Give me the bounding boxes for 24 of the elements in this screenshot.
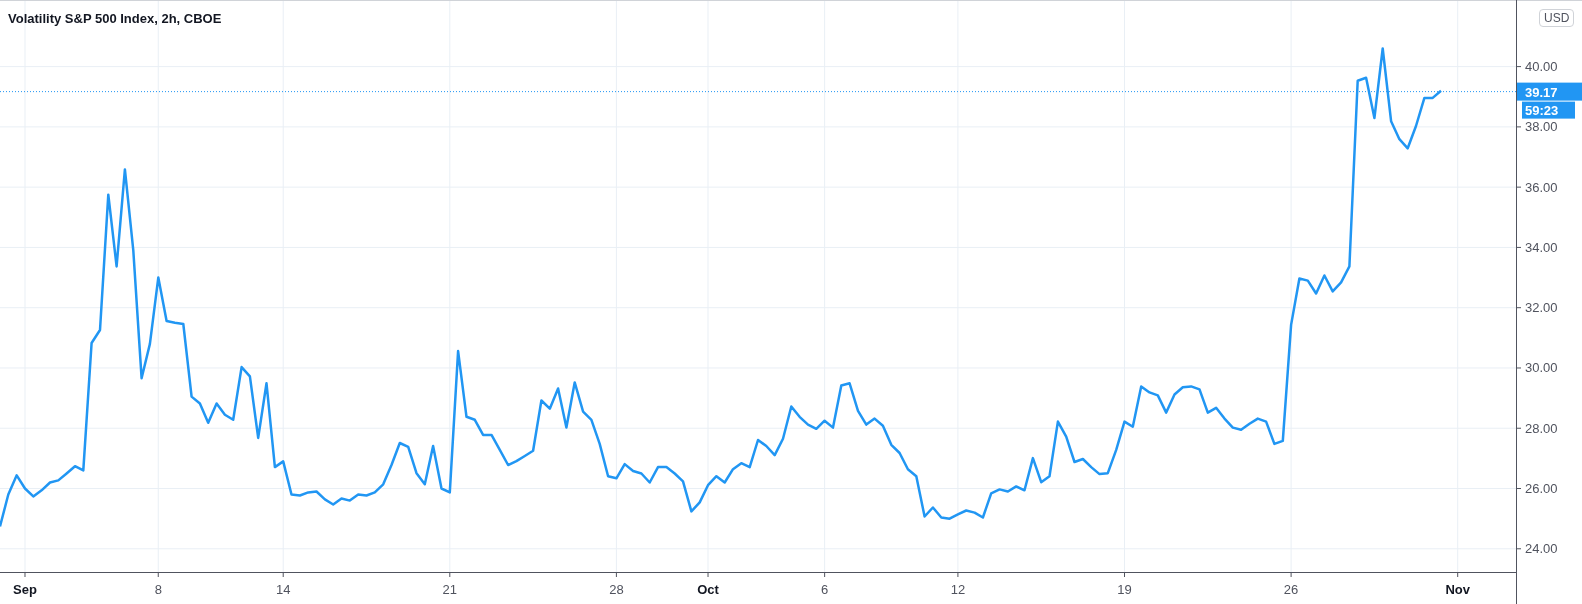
- date-label: 26: [1283, 582, 1299, 597]
- currency-button[interactable]: USD: [1539, 9, 1575, 27]
- date-label: 8: [154, 582, 162, 597]
- price-label: 28.00: [1525, 420, 1558, 436]
- date-label: 14: [275, 582, 291, 597]
- last-price-tag: 39.17: [1517, 82, 1582, 101]
- price-label: 40.00: [1525, 59, 1558, 75]
- price-label: 26.00: [1525, 481, 1558, 496]
- date-label: Nov: [1445, 582, 1470, 597]
- price-label: 36.00: [1525, 179, 1558, 195]
- date-label: 21: [442, 582, 458, 597]
- price-label: 34.00: [1525, 239, 1558, 255]
- price-label: 24.00: [1525, 541, 1558, 557]
- price-label: 38.00: [1525, 119, 1558, 135]
- countdown-tag: 59:23: [1522, 101, 1575, 119]
- date-label: 6: [821, 582, 829, 597]
- date-label: 19: [1117, 582, 1132, 597]
- price-label: 30.00: [1525, 360, 1558, 376]
- date-label: Oct: [697, 582, 719, 597]
- date-label: Sep: [13, 582, 37, 597]
- date-label: 12: [950, 582, 966, 597]
- date-label: 28: [609, 582, 624, 597]
- chart-title: Volatility S&P 500 Index, 2h, CBOE: [8, 10, 222, 28]
- price-label: 32.00: [1525, 300, 1558, 316]
